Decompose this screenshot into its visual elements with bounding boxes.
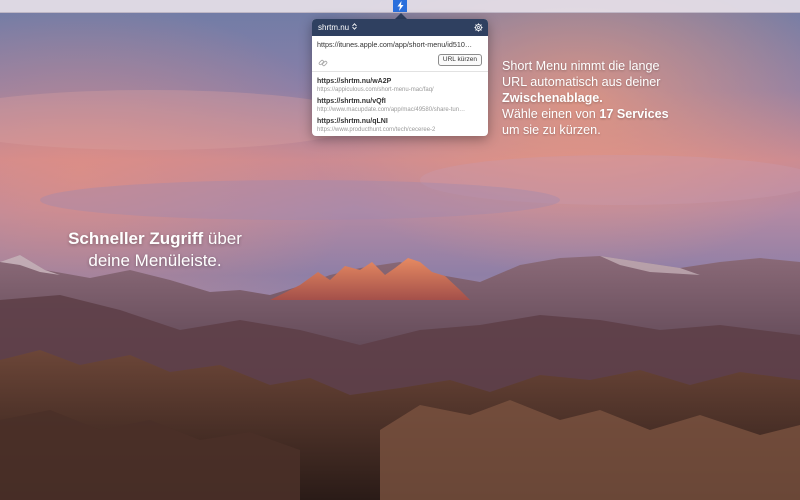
url-input-area: URL kürzen (312, 36, 488, 72)
original-url: https://appiculous.com/short-menu-mac/fa… (317, 87, 434, 93)
caption-line: URL automatisch aus deiner (502, 75, 661, 89)
feature-caption-menubar: Schneller Zugriff über deine Menüleiste. (30, 228, 280, 272)
history-item[interactable]: https://shrtm.nu/vQfI http://www.macupda… (312, 95, 488, 115)
caption-line: Schneller Zugriff über (30, 228, 280, 250)
short-url: https://shrtm.nu/vQfI (317, 98, 386, 105)
caption-line: um sie zu kürzen. (502, 123, 601, 137)
short-url: https://shrtm.nu/wA2P (317, 78, 392, 85)
original-url: http://www.macupdate.com/app/mac/49580/s… (317, 107, 466, 113)
feature-caption-clipboard: Short Menu nimmt die lange URL automatis… (502, 58, 762, 138)
service-name: shrtm.nu (318, 23, 350, 32)
caption-line: deine Menüleiste. (88, 251, 222, 270)
caption-line: Wähle einen von 17 Services (502, 106, 762, 122)
history-item[interactable]: https://shrtm.nu/wA2P https://appiculous… (312, 75, 488, 95)
short-menu-popover: shrtm.nu URL kürzen https://shrtm.nu/wA2… (312, 19, 488, 136)
caption-highlight: Schneller Zugriff (68, 229, 204, 248)
up-down-chevron-icon (352, 23, 357, 32)
gear-icon[interactable] (473, 23, 483, 33)
service-selector[interactable]: shrtm.nu (318, 23, 357, 32)
link-chain-icon (318, 55, 328, 67)
caption-highlight: Zwischenablage. (502, 91, 603, 105)
caption-text: Wähle einen von (502, 107, 600, 121)
caption-line: Short Menu nimmt die lange (502, 59, 660, 73)
menubar-app-button[interactable] (393, 0, 407, 12)
shorten-url-button[interactable]: URL kürzen (437, 54, 482, 66)
history-list: https://shrtm.nu/wA2P https://appiculous… (312, 72, 488, 135)
history-item[interactable]: https://shrtm.nu/qLNI https://www.produc… (312, 115, 488, 135)
original-url: https://www.producthunt.com/tech/ceceree… (317, 127, 436, 133)
lightning-bolt-icon (397, 1, 403, 11)
caption-highlight: 17 Services (599, 107, 669, 121)
long-url-input[interactable] (317, 40, 485, 49)
popover-header: shrtm.nu (312, 19, 488, 36)
short-url: https://shrtm.nu/qLNI (317, 118, 388, 125)
caption-text: über (203, 229, 242, 248)
